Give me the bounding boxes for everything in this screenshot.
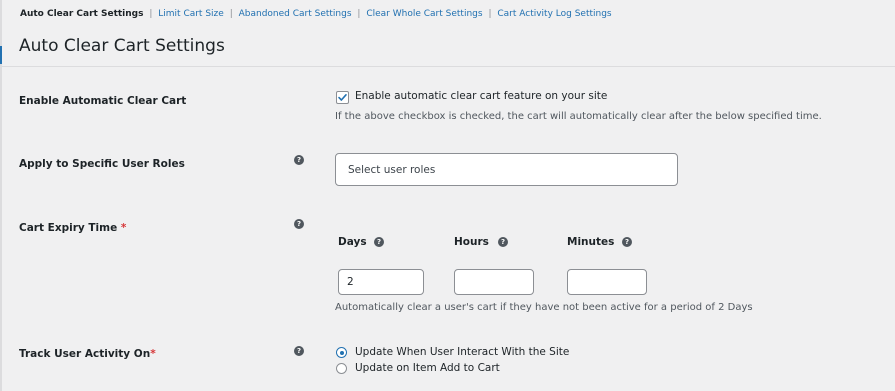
subnav-cart-activity-log-settings[interactable]: Cart Activity Log Settings (497, 9, 611, 19)
hours-input[interactable] (454, 269, 534, 295)
user-roles-label: Apply to Specific User Roles (19, 158, 185, 170)
user-roles-select[interactable]: Select user roles (335, 153, 678, 186)
subnav-limit-cart-size[interactable]: Limit Cart Size (158, 9, 224, 19)
days-label: Days (338, 236, 367, 248)
required-mark: * (120, 222, 127, 234)
help-question-icon[interactable]: ? (294, 155, 304, 165)
subnav-separator: | (357, 9, 361, 19)
subnav-separator: | (488, 9, 492, 19)
minutes-label: Minutes (567, 236, 615, 248)
help-question-icon[interactable]: ? (294, 219, 304, 229)
radio-update-on-interact[interactable] (336, 347, 347, 358)
minutes-input[interactable] (567, 269, 647, 295)
user-roles-placeholder: Select user roles (348, 164, 436, 176)
title-divider (0, 66, 895, 67)
subnav-auto-clear-cart-settings[interactable]: Auto Clear Cart Settings (20, 9, 143, 19)
enable-clear-cart-label: Enable Automatic Clear Cart (19, 95, 187, 107)
track-activity-label-text: Track User Activity On (19, 348, 151, 360)
cart-expiry-label-text: Cart Expiry Time (19, 222, 118, 234)
radio-update-on-interact-label[interactable]: Update When User Interact With the Site (355, 346, 569, 358)
enable-clear-cart-checkbox-label[interactable]: Enable automatic clear cart feature on y… (355, 90, 607, 102)
radio-update-on-add-to-cart-label[interactable]: Update on Item Add to Cart (355, 362, 500, 374)
admin-menu-indicator (0, 46, 2, 64)
help-question-icon[interactable]: ? (498, 237, 508, 247)
subnav-abandoned-cart-settings[interactable]: Abandoned Cart Settings (239, 9, 352, 19)
cart-expiry-description: Automatically clear a user's cart if the… (335, 302, 753, 313)
enable-clear-cart-description: If the above checkbox is checked, the ca… (335, 111, 822, 122)
enable-clear-cart-checkbox[interactable] (336, 91, 349, 104)
days-input[interactable]: 2 (338, 269, 424, 295)
hours-label: Hours (454, 236, 489, 248)
cart-expiry-label: Cart Expiry Time * (19, 222, 126, 234)
radio-update-on-add-to-cart[interactable] (336, 363, 347, 374)
required-mark: * (150, 348, 156, 360)
checkmark-icon (338, 94, 347, 101)
days-input-value: 2 (347, 276, 354, 288)
help-question-icon[interactable]: ? (374, 237, 384, 247)
help-question-icon[interactable]: ? (622, 237, 632, 247)
track-activity-label: Track User Activity On* (19, 348, 156, 360)
page-title: Auto Clear Cart Settings (19, 36, 225, 56)
subnav-separator: | (229, 9, 233, 19)
help-question-icon[interactable]: ? (294, 346, 304, 356)
subnav-clear-whole-cart-settings[interactable]: Clear Whole Cart Settings (366, 9, 482, 19)
subnav-separator: | (149, 9, 153, 19)
settings-subnav: Auto Clear Cart Settings | Limit Cart Si… (20, 9, 612, 19)
